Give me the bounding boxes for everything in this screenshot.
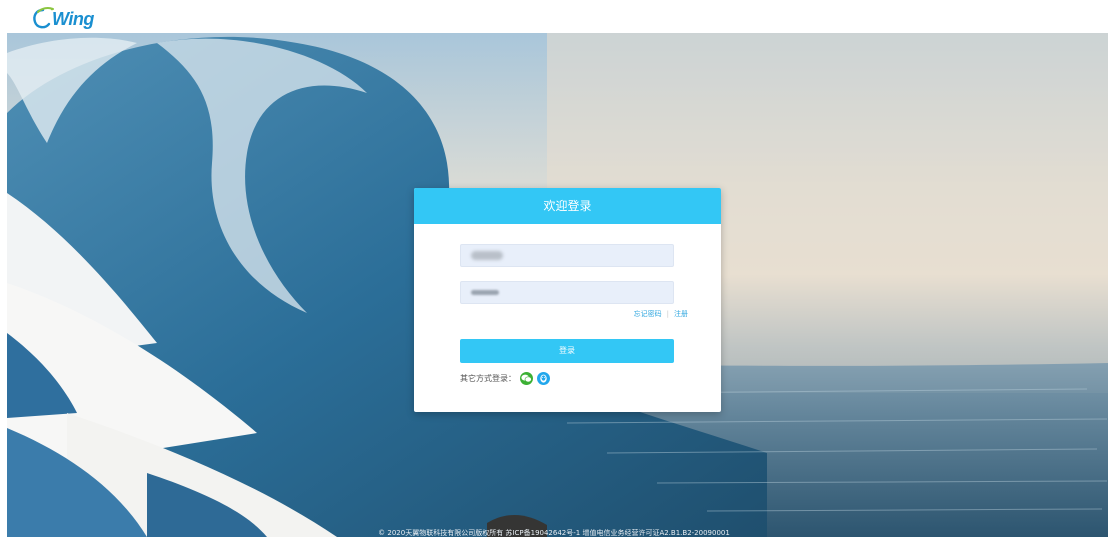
username-value-redacted xyxy=(471,251,503,260)
other-login-label: 其它方式登录： xyxy=(460,374,516,383)
login-title: 欢迎登录 xyxy=(414,188,721,224)
account-links: 忘记密码 | 注册 xyxy=(634,309,688,319)
swoosh-icon xyxy=(33,7,54,29)
link-separator: | xyxy=(666,310,669,318)
login-button[interactable]: 登录 xyxy=(460,339,674,363)
username-input[interactable] xyxy=(460,244,674,267)
other-login-methods: 其它方式登录： xyxy=(460,372,550,385)
password-input[interactable] xyxy=(460,281,674,304)
register-link[interactable]: 注册 xyxy=(674,309,688,319)
brand-logo[interactable]: Wing xyxy=(32,4,94,30)
wechat-icon[interactable] xyxy=(520,372,533,385)
forgot-password-link[interactable]: 忘记密码 xyxy=(634,309,662,319)
logo-text: Wing xyxy=(52,9,94,29)
login-card: 欢迎登录 忘记密码 | 注册 登录 其它方式登录： xyxy=(414,188,721,412)
qq-icon[interactable] xyxy=(537,372,550,385)
password-value-redacted xyxy=(471,290,499,295)
top-header: Wing xyxy=(0,0,1108,33)
